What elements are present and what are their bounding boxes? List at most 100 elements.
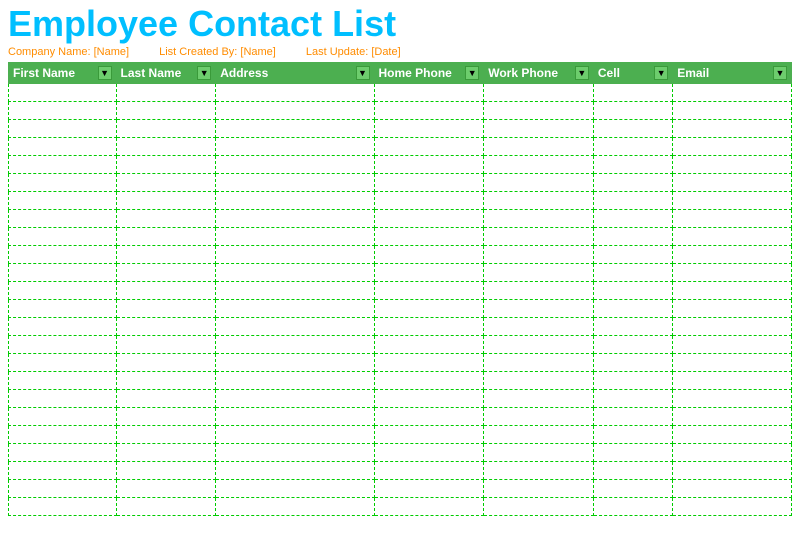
table-cell[interactable]	[9, 119, 117, 137]
table-cell[interactable]	[116, 407, 216, 425]
table-cell[interactable]	[593, 281, 672, 299]
table-cell[interactable]	[374, 335, 484, 353]
table-cell[interactable]	[374, 497, 484, 515]
table-cell[interactable]	[216, 173, 374, 191]
table-cell[interactable]	[374, 479, 484, 497]
table-cell[interactable]	[484, 119, 594, 137]
table-cell[interactable]	[9, 209, 117, 227]
table-cell[interactable]	[216, 425, 374, 443]
table-cell[interactable]	[484, 227, 594, 245]
table-cell[interactable]	[484, 101, 594, 119]
table-cell[interactable]	[673, 155, 792, 173]
table-cell[interactable]	[593, 101, 672, 119]
table-cell[interactable]	[216, 83, 374, 101]
table-cell[interactable]	[9, 137, 117, 155]
table-cell[interactable]	[116, 299, 216, 317]
table-cell[interactable]	[116, 191, 216, 209]
table-cell[interactable]	[484, 317, 594, 335]
table-cell[interactable]	[484, 83, 594, 101]
table-cell[interactable]	[216, 119, 374, 137]
table-cell[interactable]	[9, 353, 117, 371]
table-cell[interactable]	[593, 353, 672, 371]
table-row[interactable]	[9, 155, 792, 173]
table-cell[interactable]	[673, 191, 792, 209]
table-cell[interactable]	[673, 461, 792, 479]
table-row[interactable]	[9, 497, 792, 515]
table-cell[interactable]	[593, 371, 672, 389]
table-row[interactable]	[9, 371, 792, 389]
table-cell[interactable]	[484, 281, 594, 299]
table-cell[interactable]	[116, 335, 216, 353]
table-cell[interactable]	[9, 425, 117, 443]
table-cell[interactable]	[9, 497, 117, 515]
table-cell[interactable]	[216, 389, 374, 407]
table-cell[interactable]	[374, 317, 484, 335]
table-cell[interactable]	[484, 479, 594, 497]
table-cell[interactable]	[116, 497, 216, 515]
table-cell[interactable]	[484, 371, 594, 389]
table-cell[interactable]	[116, 155, 216, 173]
table-cell[interactable]	[216, 191, 374, 209]
table-cell[interactable]	[9, 407, 117, 425]
table-cell[interactable]	[374, 155, 484, 173]
table-cell[interactable]	[374, 173, 484, 191]
table-cell[interactable]	[374, 425, 484, 443]
table-cell[interactable]	[484, 263, 594, 281]
table-cell[interactable]	[374, 281, 484, 299]
table-row[interactable]	[9, 245, 792, 263]
table-cell[interactable]	[673, 407, 792, 425]
table-cell[interactable]	[374, 119, 484, 137]
table-cell[interactable]	[216, 209, 374, 227]
table-cell[interactable]	[673, 317, 792, 335]
table-cell[interactable]	[216, 137, 374, 155]
table-row[interactable]	[9, 443, 792, 461]
table-cell[interactable]	[593, 209, 672, 227]
table-cell[interactable]	[374, 353, 484, 371]
table-cell[interactable]	[673, 335, 792, 353]
table-cell[interactable]	[484, 443, 594, 461]
table-cell[interactable]	[9, 155, 117, 173]
table-cell[interactable]	[216, 281, 374, 299]
table-cell[interactable]	[593, 299, 672, 317]
table-cell[interactable]	[673, 497, 792, 515]
table-cell[interactable]	[593, 407, 672, 425]
table-cell[interactable]	[593, 173, 672, 191]
table-row[interactable]	[9, 227, 792, 245]
table-cell[interactable]	[484, 335, 594, 353]
table-cell[interactable]	[9, 245, 117, 263]
table-cell[interactable]	[673, 101, 792, 119]
table-cell[interactable]	[9, 191, 117, 209]
table-cell[interactable]	[673, 389, 792, 407]
table-cell[interactable]	[484, 353, 594, 371]
table-cell[interactable]	[374, 245, 484, 263]
table-cell[interactable]	[374, 371, 484, 389]
table-cell[interactable]	[116, 371, 216, 389]
last-name-dropdown[interactable]: ▼	[197, 66, 211, 80]
table-cell[interactable]	[374, 209, 484, 227]
table-row[interactable]	[9, 191, 792, 209]
table-cell[interactable]	[9, 371, 117, 389]
table-cell[interactable]	[216, 335, 374, 353]
table-cell[interactable]	[374, 191, 484, 209]
table-cell[interactable]	[374, 227, 484, 245]
table-cell[interactable]	[216, 245, 374, 263]
table-cell[interactable]	[216, 317, 374, 335]
table-cell[interactable]	[374, 443, 484, 461]
table-cell[interactable]	[216, 407, 374, 425]
table-cell[interactable]	[374, 263, 484, 281]
table-cell[interactable]	[593, 443, 672, 461]
address-dropdown[interactable]: ▼	[356, 66, 370, 80]
table-row[interactable]	[9, 461, 792, 479]
table-cell[interactable]	[673, 353, 792, 371]
table-row[interactable]	[9, 389, 792, 407]
table-cell[interactable]	[593, 155, 672, 173]
table-cell[interactable]	[116, 83, 216, 101]
table-cell[interactable]	[673, 173, 792, 191]
table-row[interactable]	[9, 407, 792, 425]
table-cell[interactable]	[673, 281, 792, 299]
table-row[interactable]	[9, 83, 792, 101]
table-cell[interactable]	[9, 335, 117, 353]
table-cell[interactable]	[593, 83, 672, 101]
table-cell[interactable]	[673, 479, 792, 497]
table-cell[interactable]	[593, 425, 672, 443]
